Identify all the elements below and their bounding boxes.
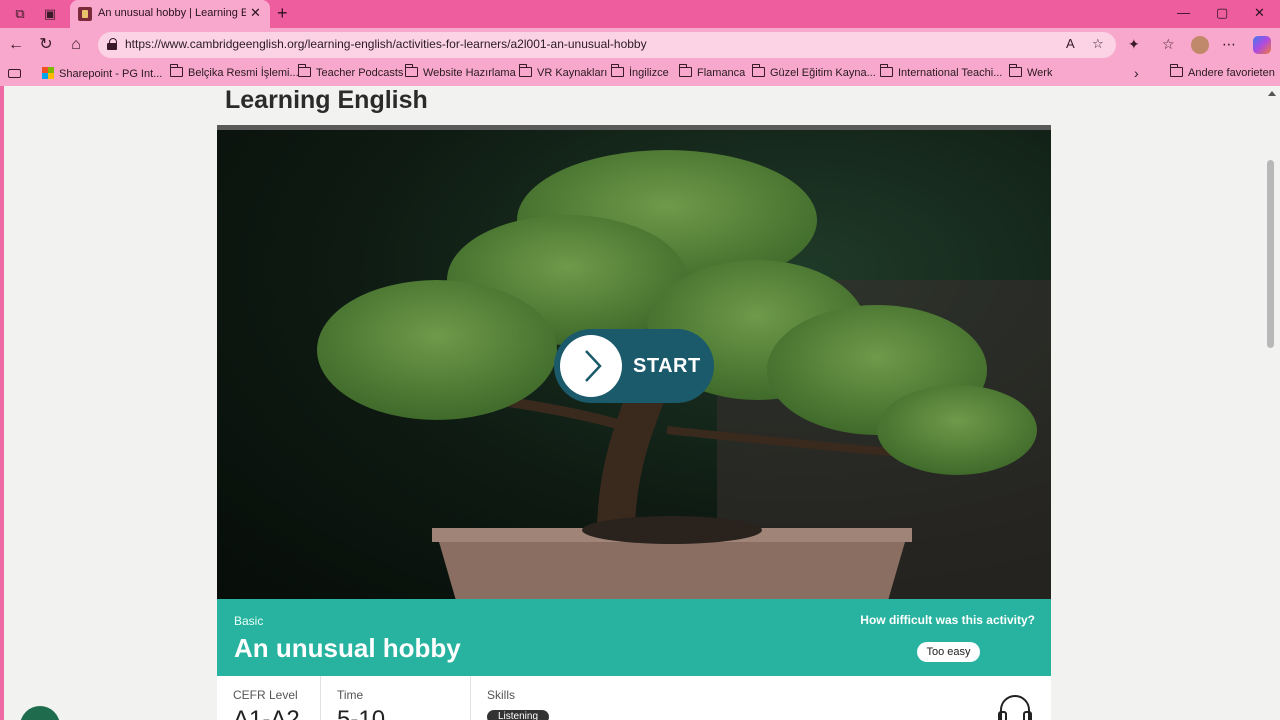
bookmark-label: Teacher Podcasts xyxy=(316,67,404,79)
skills-label: Skills xyxy=(487,688,516,702)
activity-header-band: Basic An unusual hobby How difficult was… xyxy=(217,599,1051,676)
time-value: 5-10 xyxy=(337,706,386,720)
bookmark-teacher-podcasts[interactable]: Teacher Podcasts xyxy=(298,64,404,81)
bookmark-ingilizce[interactable]: İngilizce xyxy=(611,64,669,81)
bookmark-vr[interactable]: VR Kaynakları xyxy=(519,64,608,81)
activity-title: An unusual hobby xyxy=(234,633,461,663)
start-button[interactable]: START xyxy=(554,329,714,403)
more-options-icon[interactable]: ⋯ xyxy=(1222,36,1236,53)
cefr-label: CEFR Level xyxy=(233,688,298,702)
navigation-bar: ← ↻ ⌂ https://www.cambridgeenglish.org/l… xyxy=(0,28,1280,62)
folder-icon xyxy=(170,64,183,77)
page-title: Learning English xyxy=(225,86,428,114)
bookmark-label: Flamanca xyxy=(697,67,746,79)
bookmark-flamanca[interactable]: Flamanca xyxy=(679,64,746,81)
folder-icon xyxy=(880,64,893,77)
page-viewport: Learning English START Basic An unusual … xyxy=(4,86,1264,720)
lock-icon[interactable] xyxy=(107,38,117,50)
bookmarks-bar: Sharepoint - PG Int... Belçika Resmi İşl… xyxy=(0,62,1280,86)
bookmark-label: Sharepoint - PG Int... xyxy=(59,68,163,80)
folder-icon xyxy=(1170,64,1183,77)
microsoft-icon xyxy=(42,67,54,79)
bookmark-website[interactable]: Website Hazırlama xyxy=(405,64,516,81)
refresh-icon[interactable]: ↻ xyxy=(36,35,56,55)
bookmark-label: International Teachi... xyxy=(898,67,1003,79)
bookmark-other-favorites[interactable]: Andere favorieten xyxy=(1170,64,1275,81)
scroll-thumb[interactable] xyxy=(1267,160,1274,348)
favorites-icon[interactable]: ☆ xyxy=(1162,36,1175,53)
skills-cell: Skills Listening xyxy=(471,676,771,720)
folder-icon xyxy=(1009,64,1022,77)
bookmark-label: Güzel Eğitim Kayna... xyxy=(770,67,876,79)
bookmark-label: Werk xyxy=(1027,67,1053,79)
cefr-value: A1-A2 xyxy=(233,706,300,720)
bookmark-label: İngilizce xyxy=(629,67,669,79)
tab-close-icon[interactable]: ✕ xyxy=(250,5,261,21)
home-icon[interactable]: ⌂ xyxy=(66,35,86,55)
level-label: Basic xyxy=(234,614,264,628)
maximize-button[interactable]: ▢ xyxy=(1216,5,1228,21)
folder-icon xyxy=(405,64,418,77)
new-tab-button[interactable]: + xyxy=(277,3,288,24)
folder-icon xyxy=(298,64,311,77)
title-bar: ⧉ ▣ An unusual hobby | Learning English … xyxy=(0,0,1280,28)
bookmark-guzel-egitim[interactable]: Güzel Eğitim Kayna... xyxy=(752,64,876,81)
activity-meta-row: CEFR Level A1-A2 Time 5-10 Skills Listen… xyxy=(217,676,1051,720)
copilot-icon[interactable] xyxy=(1253,36,1271,54)
address-bar[interactable]: https://www.cambridgeenglish.org/learnin… xyxy=(98,32,1116,58)
time-label: Time xyxy=(337,688,364,702)
bookmark-label: Belçika Resmi İşlemi... xyxy=(188,67,299,79)
more-bookmarks-chevron-icon[interactable]: › xyxy=(1134,65,1139,81)
active-tab[interactable]: An unusual hobby | Learning English ✕ xyxy=(70,0,270,28)
bookmark-label: Andere favorieten xyxy=(1188,67,1275,79)
time-cell: Time 5-10 xyxy=(321,676,471,720)
folder-icon xyxy=(519,64,532,77)
too-easy-button[interactable]: Too easy xyxy=(917,642,980,662)
headphones-icon xyxy=(998,695,1032,720)
start-label: START xyxy=(633,355,701,377)
page-scrollbar[interactable] xyxy=(1264,86,1280,720)
bookmark-international[interactable]: International Teachi... xyxy=(880,64,1003,81)
read-aloud-icon[interactable]: A xyxy=(1066,36,1075,51)
hero-image-bonsai: START xyxy=(217,125,1051,599)
bookmark-label: VR Kaynakları xyxy=(537,67,608,79)
folder-icon xyxy=(679,64,692,77)
bookmark-werk[interactable]: Werk xyxy=(1009,64,1053,81)
reading-list-icon[interactable] xyxy=(8,69,21,78)
bookmark-sharepoint[interactable]: Sharepoint - PG Int... xyxy=(42,67,162,81)
skill-tag: Listening xyxy=(487,710,549,720)
bookmark-belcika[interactable]: Belçika Resmi İşlemi... xyxy=(170,64,299,81)
minimize-button[interactable]: — xyxy=(1177,5,1190,20)
difficulty-question: How difficult was this activity? xyxy=(860,613,1035,627)
url-text[interactable]: https://www.cambridgeenglish.org/learnin… xyxy=(125,37,647,51)
chevron-right-icon xyxy=(560,335,622,397)
tab-actions-icon[interactable]: ▣ xyxy=(42,6,58,22)
cefr-cell: CEFR Level A1-A2 xyxy=(217,676,321,720)
tab-title: An unusual hobby | Learning English xyxy=(98,7,246,19)
favorite-star-icon[interactable]: ☆ xyxy=(1092,36,1104,52)
profile-avatar[interactable] xyxy=(1191,36,1209,54)
close-window-button[interactable]: ✕ xyxy=(1254,5,1265,21)
cambridge-favicon-icon xyxy=(78,7,92,21)
bookmark-label: Website Hazırlama xyxy=(423,67,516,79)
extensions-icon[interactable]: ✦ xyxy=(1128,36,1140,53)
workspaces-icon[interactable]: ⧉ xyxy=(12,6,28,22)
floating-action-button[interactable] xyxy=(20,706,60,720)
back-arrow-icon[interactable]: ← xyxy=(6,35,26,55)
folder-icon xyxy=(611,64,624,77)
folder-icon xyxy=(752,64,765,77)
scroll-up-arrow-icon[interactable] xyxy=(1268,91,1276,96)
